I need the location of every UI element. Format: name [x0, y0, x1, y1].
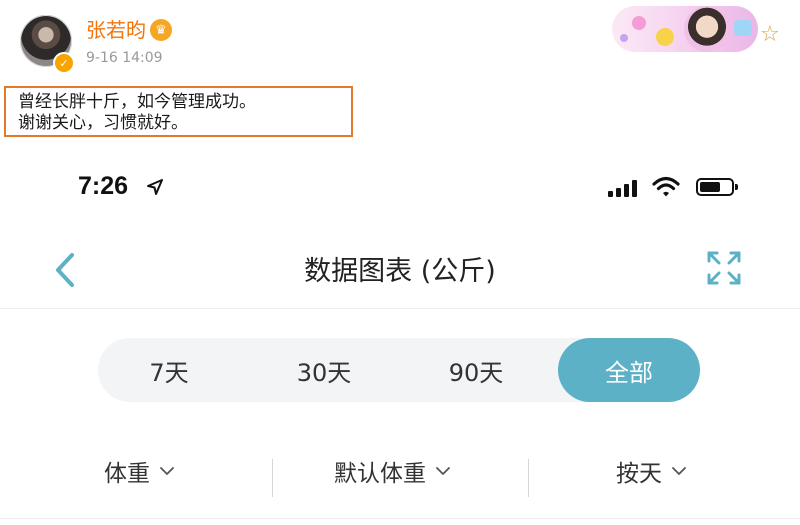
status-bar: 7:26 [0, 160, 800, 212]
fullscreen-icon[interactable] [706, 250, 742, 286]
range-segment-control: 7天 30天 90天 全部 [98, 338, 700, 402]
post-text-line: 曾经长胖十斤，如今管理成功。 [18, 92, 256, 112]
tab-7-days[interactable]: 7天 [98, 338, 240, 402]
post-header: ✓ 张若昀 ♛ 9-16 14:09 ☆ 曾经长胖十斤，如今管理成功。 谢谢关心… [0, 0, 800, 155]
chevron-down-icon [436, 467, 450, 475]
metric-dropdown-label: 体重 [104, 461, 150, 487]
tab-all[interactable]: 全部 [558, 338, 700, 402]
star-icon[interactable]: ☆ [760, 22, 780, 47]
filter-divider [272, 459, 273, 497]
tab-90-days[interactable]: 90天 [405, 338, 547, 402]
post-timestamp: 9-16 14:09 [86, 50, 163, 66]
status-time: 7:26 [78, 172, 129, 200]
decoration-portrait [684, 6, 730, 52]
wifi-icon [652, 176, 680, 197]
post-text-highlight: 曾经长胖十斤，如今管理成功。 谢谢关心，习惯就好。 [4, 86, 353, 137]
weight-type-dropdown-label: 默认体重 [334, 461, 426, 487]
nav-bar: 数据图表 (公斤) [0, 228, 800, 309]
post-text-line: 谢谢关心，习惯就好。 [18, 113, 188, 133]
section-divider [0, 518, 800, 519]
interval-dropdown[interactable]: 按天 [616, 454, 686, 488]
chevron-down-icon [672, 467, 686, 475]
page-title: 数据图表 (公斤) [304, 256, 496, 287]
username[interactable]: 张若昀 [86, 17, 146, 43]
interval-dropdown-label: 按天 [616, 461, 662, 487]
location-arrow-icon [147, 179, 163, 195]
battery-icon [696, 178, 738, 196]
verified-icon: ✓ [53, 52, 75, 74]
weight-type-dropdown[interactable]: 默认体重 [334, 454, 450, 488]
chevron-down-icon [160, 467, 174, 475]
tab-30-days[interactable]: 30天 [253, 338, 395, 402]
signal-icon [608, 179, 640, 197]
crown-icon: ♛ [150, 19, 172, 41]
filter-row: 体重 默认体重 按天 [0, 440, 800, 510]
decoration-card[interactable] [612, 6, 758, 52]
metric-dropdown[interactable]: 体重 [104, 454, 174, 488]
filter-divider [528, 459, 529, 497]
